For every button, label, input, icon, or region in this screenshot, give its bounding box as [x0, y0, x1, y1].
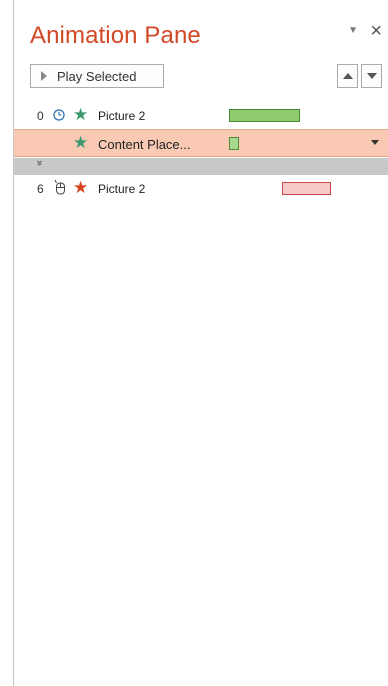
timeline-bar[interactable] — [229, 109, 300, 122]
chevron-down-double-icon: » — [33, 160, 45, 166]
animation-order-number: 0 — [37, 109, 44, 123]
arrow-up-icon — [342, 73, 353, 79]
pane-options-dropdown-icon[interactable]: ▼ — [348, 25, 358, 36]
close-icon[interactable]: × — [370, 21, 382, 41]
move-later-button[interactable] — [361, 64, 382, 88]
play-selected-button[interactable]: Play Selected — [30, 64, 164, 88]
star-icon: ★ — [73, 178, 89, 197]
animation-item-selected[interactable]: ★ Content Place... — [14, 129, 388, 157]
animation-item-name: Picture 2 — [98, 109, 146, 123]
animation-pane: Animation Pane ▼ × Play Selected 0 ★ Pic… — [13, 0, 388, 686]
star-icon: ★ — [73, 133, 89, 152]
timeline-bar[interactable] — [229, 137, 239, 150]
animation-item[interactable]: 0 ★ Picture 2 — [14, 104, 388, 128]
clock-icon — [53, 109, 65, 121]
move-earlier-button[interactable] — [337, 64, 358, 88]
animation-item-name: Content Place... — [98, 137, 191, 152]
animation-item[interactable]: 6 ★ Picture 2 — [14, 177, 388, 201]
item-dropdown-arrow-icon[interactable] — [371, 140, 379, 145]
animation-item-name: Picture 2 — [98, 182, 146, 196]
expand-contents-bar[interactable]: » — [14, 158, 388, 175]
mouse-click-icon — [54, 179, 65, 195]
play-icon — [41, 71, 47, 81]
animation-order-number: 6 — [37, 182, 44, 196]
arrow-down-icon — [366, 73, 377, 79]
play-selected-label: Play Selected — [57, 68, 137, 84]
timeline-bar[interactable] — [282, 182, 331, 195]
pane-title: Animation Pane — [30, 22, 201, 49]
star-icon: ★ — [73, 105, 89, 124]
